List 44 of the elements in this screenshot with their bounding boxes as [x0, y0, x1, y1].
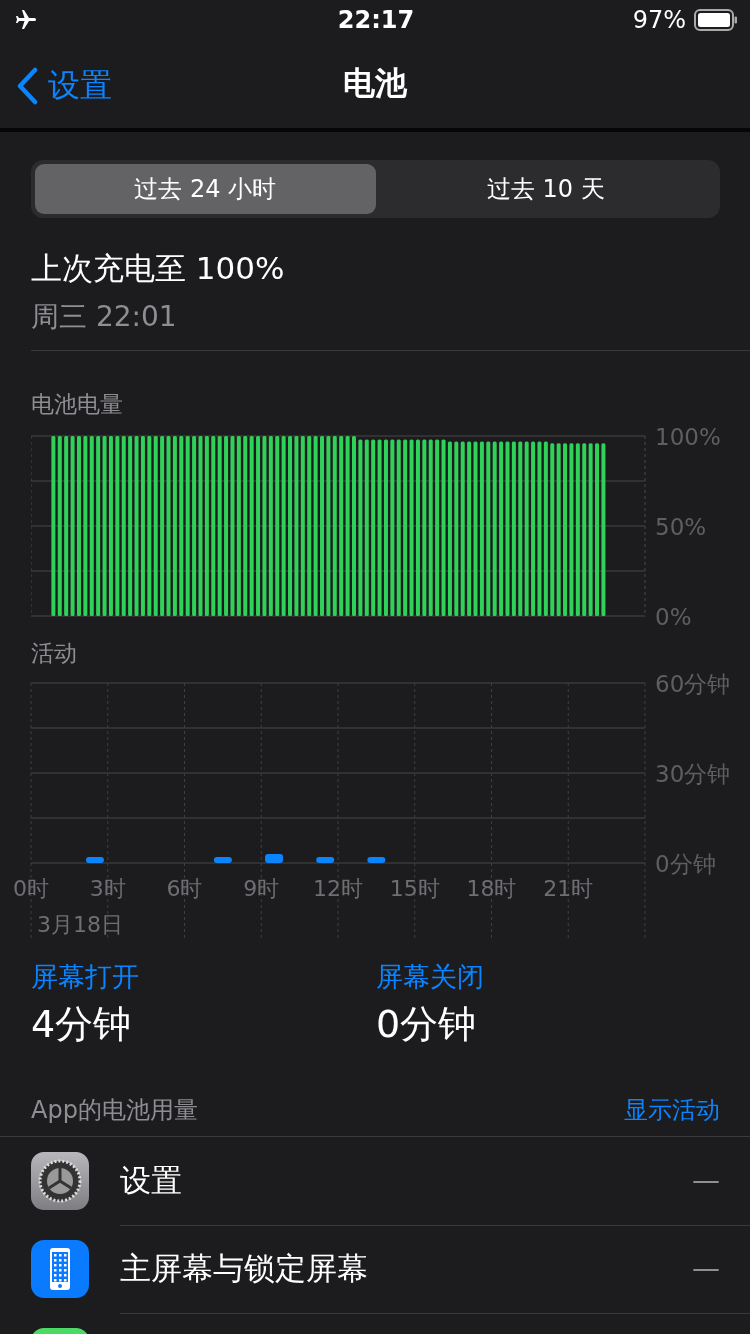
axis-label: 9时: [243, 876, 280, 901]
back-button[interactable]: 设置: [16, 64, 112, 108]
stat-value: 0分钟: [376, 1001, 478, 1048]
phone-icon: [31, 1240, 89, 1298]
axis-label: 100%: [655, 424, 721, 450]
chart-title: 电池电量: [31, 390, 124, 419]
gear-icon: [31, 1152, 89, 1210]
section-header: App的电池用量: [31, 1095, 198, 1126]
app-name: 主屏幕与锁定屏幕: [120, 1248, 368, 1288]
axis-label: 60分钟: [655, 673, 731, 697]
battery-icon: [694, 9, 738, 31]
last-charge-time: 周三 22:01: [31, 299, 178, 335]
stat-value: 4分钟: [31, 1001, 133, 1048]
status-time: 22:17: [337, 6, 415, 34]
axis-label: 6时: [166, 876, 203, 901]
back-chevron-icon: [16, 67, 38, 105]
activity-bar: [367, 857, 386, 863]
axis-label: 18时: [466, 876, 517, 901]
show-activity-link[interactable]: 显示活动: [624, 1094, 720, 1126]
axis-label: 15时: [389, 876, 440, 901]
usage-value: —: [692, 1252, 720, 1285]
last-charge-title: 上次充电至 100%: [31, 249, 286, 288]
stat-label: 屏幕关闭: [376, 960, 485, 994]
stat-label: 屏幕打开: [31, 960, 140, 994]
usage-value: —: [692, 1164, 720, 1197]
axis-label: 12时: [313, 876, 363, 901]
battery-percentage: 97%: [632, 6, 686, 34]
segment-tab[interactable]: 过去 24 小时: [35, 164, 376, 214]
activity-bar: [213, 857, 232, 863]
axis-label: 30分钟: [655, 761, 731, 787]
activity-bar: [265, 854, 284, 863]
chart-title: 活动: [31, 639, 78, 668]
axis-label: 0%: [655, 604, 692, 630]
app-name: 设置: [120, 1160, 182, 1200]
axis-label: 50%: [655, 514, 707, 540]
segment-tab[interactable]: 过去 10 天: [375, 164, 716, 214]
axis-label: 3时: [89, 876, 126, 901]
axis-label: 0分钟: [655, 851, 716, 877]
page-title: 电池: [343, 63, 407, 104]
axis-label: 0时: [13, 876, 49, 901]
activity-bar: [316, 857, 335, 863]
date-label: 3月18日: [37, 912, 123, 937]
axis-label: 21时: [543, 876, 594, 901]
activity-bar: [85, 857, 104, 863]
